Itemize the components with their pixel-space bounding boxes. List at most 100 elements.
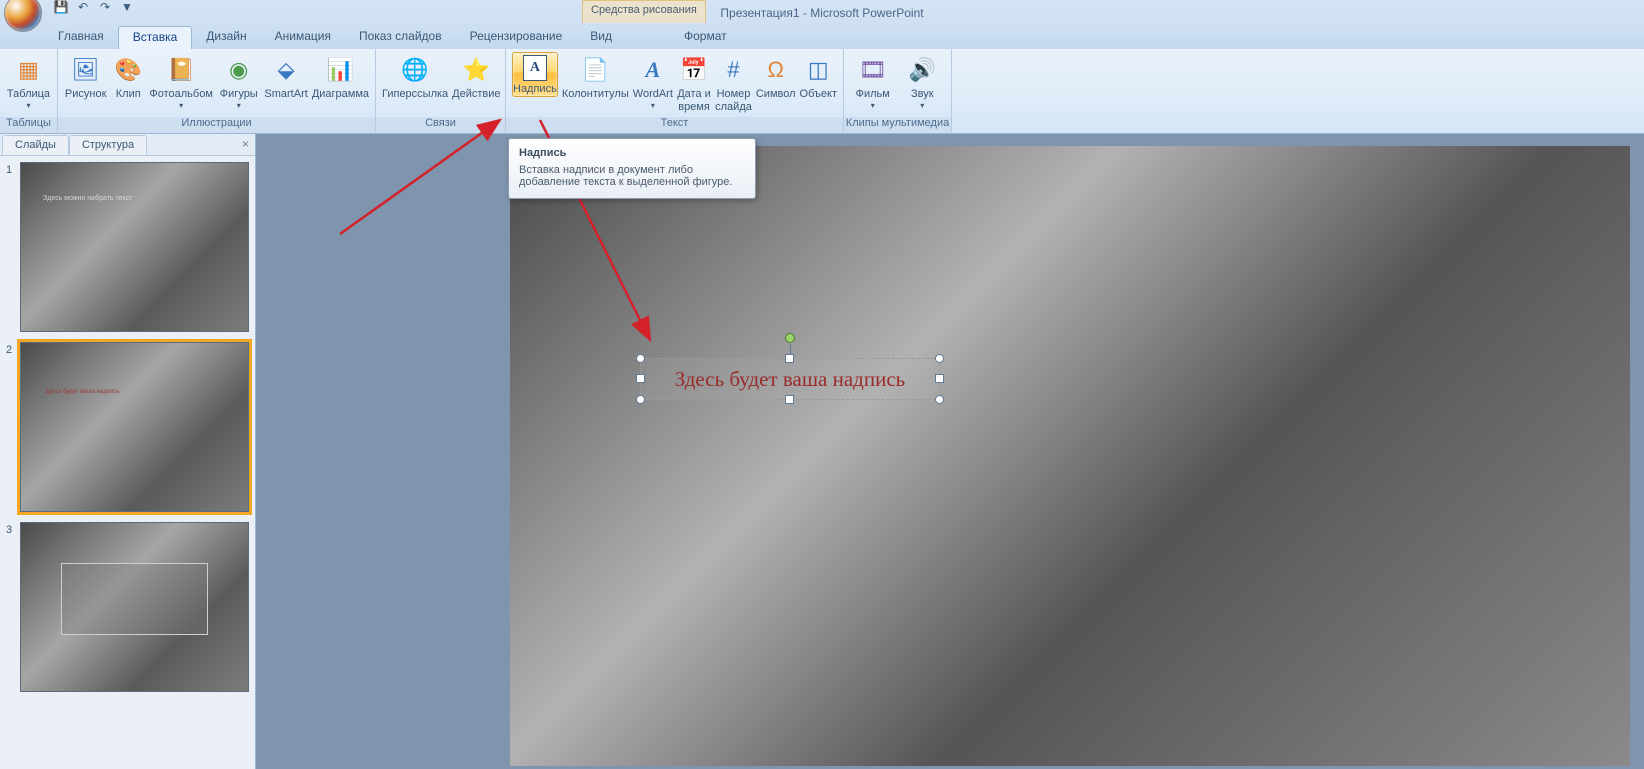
textbox-button[interactable]: AНадпись — [512, 52, 558, 97]
symbol-icon: Ω — [760, 54, 792, 86]
resize-handle-w[interactable] — [636, 374, 645, 383]
redo-icon[interactable]: ↷ — [96, 0, 114, 16]
tab-review[interactable]: Рецензирование — [456, 26, 577, 49]
symbol-label: Символ — [756, 88, 796, 101]
ribbon-tabs: Главная Вставка Дизайн Анимация Показ сл… — [0, 26, 1644, 49]
slidenum-icon: # — [718, 54, 750, 86]
resize-handle-e[interactable] — [935, 374, 944, 383]
slide-number: 3 — [6, 522, 20, 692]
slide-canvas-area[interactable]: Здесь будет ваша надпись — [256, 134, 1644, 769]
group-media: 🎞Фильм▾ 🔊Звук▾ Клипы мультимедиа — [844, 49, 952, 133]
workspace: Слайды Структура × 1 Здесь можно набрать… — [0, 134, 1644, 769]
tooltip-title: Надпись — [519, 147, 745, 159]
resize-handle-n[interactable] — [785, 354, 794, 363]
slide-number: 2 — [6, 342, 20, 512]
chart-label: Диаграмма — [312, 88, 369, 101]
picture-label: Рисунок — [65, 88, 107, 101]
tab-home[interactable]: Главная — [44, 26, 118, 49]
hyperlink-button[interactable]: 🌐 Гиперссылка — [382, 52, 448, 101]
clip-button[interactable]: 🎨 Клип — [111, 52, 145, 101]
headerfooter-label: Колонтитулы — [562, 88, 629, 101]
action-label: Действие — [452, 88, 500, 101]
slide[interactable]: Здесь будет ваша надпись — [510, 146, 1630, 766]
movie-label: Фильм — [856, 88, 890, 101]
resize-handle-s[interactable] — [785, 395, 794, 404]
panel-tabs: Слайды Структура × — [0, 134, 255, 156]
save-icon[interactable]: 💾 — [52, 0, 70, 16]
slide-thumbnail-1[interactable]: 1 Здесь можно набрать текст — [6, 162, 249, 332]
rotate-handle[interactable] — [785, 333, 795, 343]
wordart-label: WordArt — [633, 88, 673, 101]
chevron-down-icon: ▾ — [237, 101, 241, 110]
thumb-text: Здесь можно набрать текст — [43, 195, 132, 202]
table-label: Таблица — [7, 88, 50, 101]
hyperlink-icon: 🌐 — [399, 54, 431, 86]
slidenum-label: Номер слайда — [715, 88, 752, 113]
hyperlink-label: Гиперссылка — [382, 88, 448, 101]
resize-handle-ne[interactable] — [935, 354, 944, 363]
thumb-placeholder — [61, 563, 208, 635]
resize-handle-se[interactable] — [935, 395, 944, 404]
tooltip-body: Вставка надписи в документ либо добавлен… — [519, 164, 745, 188]
slide-thumbnail-2[interactable]: 2 Здесь будет ваша надпись — [6, 342, 249, 512]
chart-button[interactable]: 📊Диаграмма — [312, 52, 369, 101]
datetime-icon: 📅 — [678, 54, 710, 86]
chevron-down-icon: ▾ — [179, 101, 183, 110]
sound-icon: 🔊 — [906, 54, 938, 86]
resize-handle-sw[interactable] — [636, 395, 645, 404]
app-title: Презентация1 - Microsoft PowerPoint — [720, 6, 923, 20]
resize-handle-nw[interactable] — [636, 354, 645, 363]
symbol-button[interactable]: Ω Символ — [756, 52, 796, 101]
table-button[interactable]: ▦ Таблица ▾ — [6, 52, 51, 110]
group-tables-label: Таблицы — [0, 117, 57, 133]
photoalbum-button[interactable]: 📔Фотоальбом▾ — [149, 52, 213, 110]
contextual-tab-label: Средства рисования — [582, 0, 706, 23]
movie-button[interactable]: 🎞Фильм▾ — [850, 52, 896, 110]
slide-thumbnail-3[interactable]: 3 — [6, 522, 249, 692]
sound-label: Звук — [911, 88, 934, 101]
sound-button[interactable]: 🔊 Звук▾ — [900, 52, 946, 110]
tab-insert[interactable]: Вставка — [118, 26, 193, 49]
thumb-text: Здесь будет ваша надпись — [45, 389, 120, 395]
tab-view[interactable]: Вид — [576, 26, 626, 49]
title-bar: 💾 ↶ ↷ ▼ Средства рисования Презентация1 … — [0, 0, 1644, 26]
panel-tab-outline[interactable]: Структура — [69, 135, 147, 155]
clip-icon: 🎨 — [112, 54, 144, 86]
tab-slideshow[interactable]: Показ слайдов — [345, 26, 456, 49]
tab-format[interactable]: Формат — [670, 26, 741, 49]
ribbon: ▦ Таблица ▾ Таблицы 🖼Рисунок 🎨 Клип 📔Фото… — [0, 49, 1644, 134]
shapes-button[interactable]: ◉Фигуры▾ — [217, 52, 260, 110]
slidenum-button[interactable]: #Номер слайда — [715, 52, 752, 113]
chevron-down-icon: ▾ — [871, 101, 875, 110]
chevron-down-icon: ▾ — [920, 101, 924, 110]
text-box-content[interactable]: Здесь будет ваша надпись — [675, 367, 906, 392]
clip-label: Клип — [116, 88, 141, 101]
slide-number: 1 — [6, 162, 20, 332]
smartart-label: SmartArt — [264, 88, 307, 101]
wordart-button[interactable]: AWordArt▾ — [633, 52, 673, 110]
group-links-label: Связи — [376, 117, 505, 133]
action-icon: ⭐ — [460, 54, 492, 86]
close-icon[interactable]: × — [242, 137, 249, 151]
text-box[interactable]: Здесь будет ваша надпись — [640, 358, 940, 400]
object-icon: ◫ — [802, 54, 834, 86]
action-button[interactable]: ⭐ Действие — [452, 52, 500, 101]
object-button[interactable]: ◫ Объект — [800, 52, 837, 101]
object-label: Объект — [800, 88, 837, 101]
smartart-button[interactable]: ⬙SmartArt — [264, 52, 307, 101]
group-text: AНадпись 📄Колонтитулы AWordArt▾ 📅Дата и … — [506, 49, 844, 133]
chevron-down-icon: ▾ — [26, 101, 30, 110]
chevron-down-icon: ▾ — [651, 101, 655, 110]
datetime-button[interactable]: 📅Дата и время — [677, 52, 711, 113]
tab-design[interactable]: Дизайн — [192, 26, 260, 49]
tab-animation[interactable]: Анимация — [261, 26, 345, 49]
qat-dropdown-icon[interactable]: ▼ — [118, 0, 136, 16]
shapes-label: Фигуры — [220, 88, 258, 101]
table-icon: ▦ — [13, 54, 45, 86]
panel-tab-slides[interactable]: Слайды — [2, 135, 69, 155]
picture-button[interactable]: 🖼Рисунок — [64, 52, 107, 101]
headerfooter-button[interactable]: 📄Колонтитулы — [562, 52, 629, 101]
slide-panel: Слайды Структура × 1 Здесь можно набрать… — [0, 134, 256, 769]
textbox-label: Надпись — [513, 83, 557, 96]
undo-icon[interactable]: ↶ — [74, 0, 92, 16]
